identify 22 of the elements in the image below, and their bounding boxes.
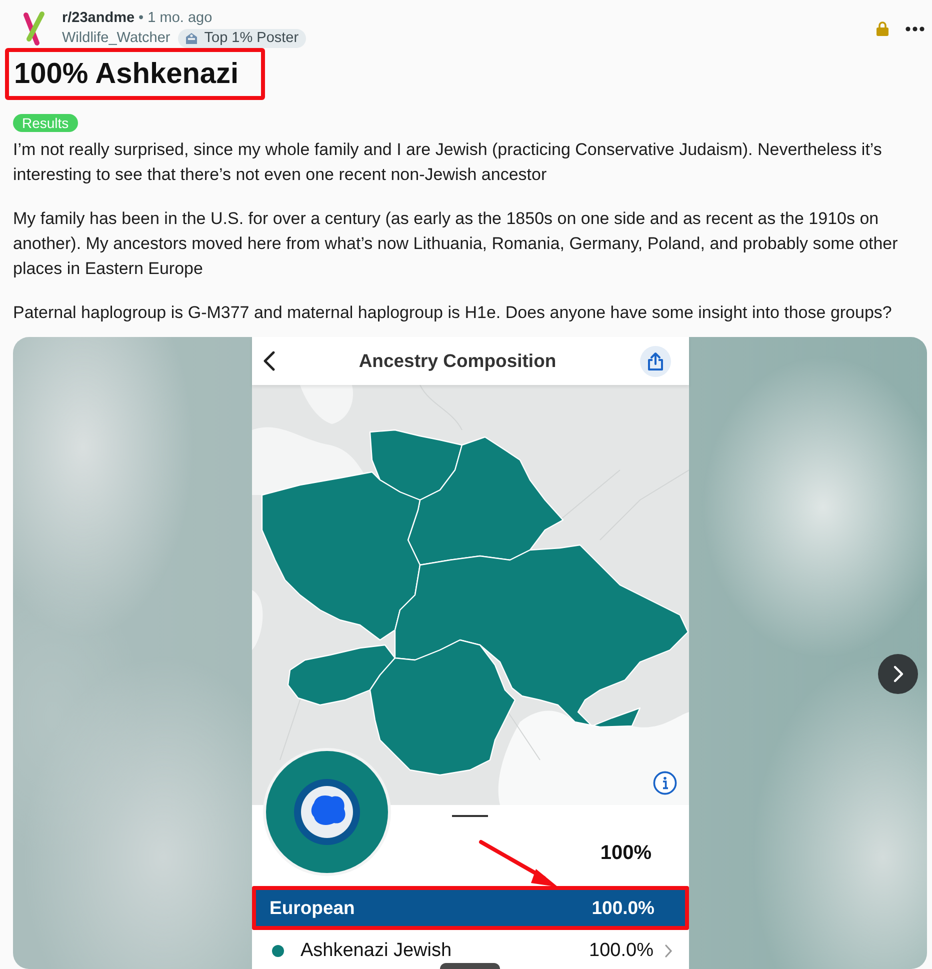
- badge-icon: [184, 32, 200, 44]
- population-percent: 100.0%: [589, 940, 654, 962]
- post-paragraph: My family has been in the U.S. for over a century (as early as the 1850s on one side and as recent as the 1910s on another). My ancestors moved here from what’s now Lithuania, Romania, Germany, Poland, and probably some other places in Eastern Europe: [13, 208, 899, 280]
- post-title: 100% Ashkenazi: [14, 57, 239, 92]
- more-button[interactable]: [905, 24, 925, 32]
- next-button[interactable]: [878, 654, 918, 694]
- author-link[interactable]: Wildlife_Watcher: [62, 28, 170, 48]
- share-button[interactable]: [640, 346, 670, 376]
- screen-title: Ancestry Composition: [358, 349, 558, 374]
- flair-text: Top 1% Poster: [204, 29, 299, 48]
- total-percent: 100%: [600, 841, 652, 866]
- post-paragraph: I’m not really surprised, since my whole family and I are Jewish (practicing Conservative Judaism). Nevertheless it’s interesting to see that there’s not even one recent non-Jewish ancestor: [13, 139, 883, 186]
- population-name: Ashkenazi Jewish: [300, 940, 452, 962]
- share-icon[interactable]: [646, 352, 664, 370]
- region-percent: 100.0%: [592, 896, 654, 920]
- post-paragraph: Paternal haplogroup is G-M377 and maternal haplogroup is H1e. Does anyone have some insight into those groups?: [13, 302, 893, 324]
- subreddit-link[interactable]: r/23andme: [62, 8, 135, 28]
- back-icon[interactable]: [262, 351, 276, 371]
- region-row[interactable]: European 100.0%: [252, 886, 688, 930]
- post-age: • 1 mo. ago: [138, 9, 212, 28]
- drag-handle[interactable]: [452, 815, 488, 817]
- region-name: European: [270, 896, 355, 920]
